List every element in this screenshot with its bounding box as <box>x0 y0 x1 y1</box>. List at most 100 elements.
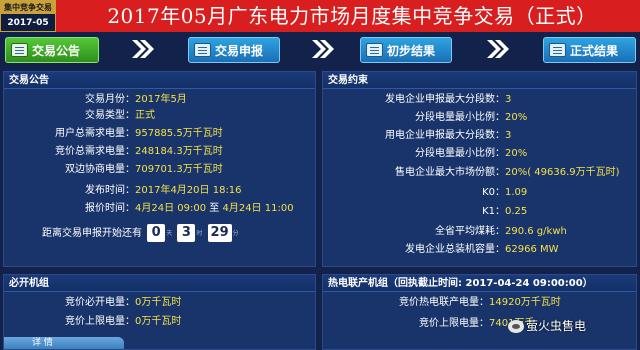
panel-title: 热电联产机组（回执截止时间: 2017-04-24 09:00:00） <box>323 275 636 292</box>
wechat-icon <box>508 320 524 333</box>
info-row: 发布时间：2017年4月20日 18:16 <box>4 184 242 198</box>
row-label: 交易月份： <box>85 94 135 105</box>
step-label: 初步结果 <box>387 44 436 58</box>
row-value: 290.6 g/kwh <box>505 226 567 237</box>
header-bar: 集中竞争交易 2017-05 2017年05月广东电力市场月度集中竞争交易（正式… <box>0 0 640 32</box>
range-separator: 至 <box>209 203 220 214</box>
row-value: 0万千瓦时 <box>135 297 182 308</box>
info-row: 全省平均煤耗：290.6 g/kwh <box>323 225 567 239</box>
constraints-panel: 交易约束 发电企业申报最大分段数：3 分段电量最小比例：20% 用电企业申报最大… <box>322 71 637 267</box>
form-icon <box>194 43 211 57</box>
row-label: 竞价上限电量： <box>65 316 135 327</box>
step-label: 交易申报 <box>215 44 264 58</box>
info-row: K1：0.25 <box>323 205 527 219</box>
row-value: 62966 MW <box>505 244 559 255</box>
row-label: 售电企业最大市场份额： <box>395 167 505 178</box>
countdown-minutes: 29 <box>207 224 232 242</box>
chart-icon <box>549 43 566 57</box>
detail-button[interactable]: 详 情 <box>4 337 124 349</box>
info-row: 竞价上限电量：0万千瓦时 <box>4 315 181 329</box>
days-unit: 天 <box>166 230 173 237</box>
row-value: 3 <box>505 130 512 141</box>
quote-end: 4月24日 11:00 <box>222 203 294 214</box>
panel-title: 必开机组 <box>4 275 315 292</box>
row-value: 14920万千瓦时 <box>489 297 561 308</box>
trade-badge: 集中竞争交易 2017-05 <box>0 0 56 32</box>
watermark: 萤火虫售电 <box>508 317 586 334</box>
info-row: 发电企业申报最大分段数：3 <box>323 93 511 107</box>
info-row: 竞价上限电量：7401万千 <box>323 317 534 331</box>
step-announcement-button[interactable]: 交易公告 <box>5 37 99 63</box>
panel-title: 交易约束 <box>323 72 636 89</box>
row-value: 2017年4月20日 18:16 <box>135 185 242 196</box>
row-label: K1： <box>482 206 505 217</box>
countdown: 距离交易申报开始还有 0天 3时 29 分 <box>42 223 239 245</box>
info-row: 双边协商电量：709701.3万千瓦时 <box>4 163 223 177</box>
row-label: 分段电量最小比例： <box>415 148 505 159</box>
row-label: 竞价总需求电量： <box>55 146 135 157</box>
chevron-right-icon <box>130 38 156 60</box>
chp-panel: 热电联产机组（回执截止时间: 2017-04-24 09:00:00） 竞价热电… <box>322 274 637 350</box>
info-row: 竞价必开电量：0万千瓦时 <box>4 296 181 310</box>
row-value: 0.25 <box>505 206 528 217</box>
row-label: 分段电量最小比例： <box>415 112 505 123</box>
row-value: 正式 <box>135 110 155 121</box>
hours-unit: 时 <box>196 230 203 237</box>
badge-type: 集中竞争交易 <box>1 1 55 14</box>
step-label: 交易公告 <box>32 44 81 58</box>
row-label: 报价时间： <box>85 203 135 214</box>
announcement-panel: 交易公告 交易月份：2017年5月 交易类型：正式 用户总需求电量：957885… <box>3 71 316 267</box>
row-label: 发电企业申报最大分段数： <box>385 94 505 105</box>
page-title: 2017年05月广东电力市场月度集中竞争交易（正式） <box>107 4 597 28</box>
row-value: 2017年5月 <box>135 94 187 105</box>
info-row: 竞价总需求电量：248184.3万千瓦时 <box>4 145 223 159</box>
row-label: 竞价上限电量： <box>419 318 489 329</box>
info-row: 用电企业申报最大分段数：3 <box>323 129 511 143</box>
row-label: 竞价必开电量： <box>65 297 135 308</box>
row-label: 交易类型： <box>85 110 135 121</box>
info-row: K0：1.09 <box>323 186 527 200</box>
row-label: 用户总需求电量： <box>55 128 135 139</box>
info-row: 分段电量最小比例：20% <box>323 111 527 125</box>
info-row: 发电企业总装机容量：62966 MW <box>323 243 559 257</box>
quote-start: 4月24日 09:00 <box>135 203 207 214</box>
row-value: 20%( 49636.9万千瓦时) <box>505 167 620 178</box>
row-label: 竞价热电联产电量： <box>399 297 489 308</box>
row-value: 20% <box>505 112 528 123</box>
row-value: 957885.5万千瓦时 <box>135 128 223 139</box>
must-run-panel: 必开机组 竞价必开电量：0万千瓦时 竞价上限电量：0万千瓦时 详 情 <box>3 274 316 350</box>
row-label: 双边协商电量： <box>65 164 135 175</box>
info-row: 竞价热电联产电量：14920万千瓦时 <box>323 296 561 310</box>
row-label: 发电企业总装机容量： <box>405 244 505 255</box>
chart-icon <box>366 43 383 57</box>
minutes-unit: 分 <box>232 230 239 237</box>
row-value: 0万千瓦时 <box>135 316 182 327</box>
step-label: 正式结果 <box>570 44 619 58</box>
panel-title: 交易公告 <box>4 72 315 89</box>
step-preliminary-button[interactable]: 初步结果 <box>360 37 452 63</box>
info-row: 售电企业最大市场份额：20%( 49636.9万千瓦时) <box>323 166 620 180</box>
step-bar: 交易公告 交易申报 初步结果 正式结果 <box>0 32 640 70</box>
info-row: 用户总需求电量：957885.5万千瓦时 <box>4 127 223 141</box>
info-row: 交易类型：正式 <box>4 109 155 123</box>
info-row: 交易月份：2017年5月 <box>4 93 187 107</box>
row-value: 3 <box>505 94 512 105</box>
row-value: 248184.3万千瓦时 <box>135 146 223 157</box>
info-row: 报价时间：4月24日 09:00 至 4月24日 11:00 <box>4 202 294 216</box>
document-icon <box>11 43 28 57</box>
step-declaration-button[interactable]: 交易申报 <box>188 37 280 63</box>
chevron-right-icon <box>485 38 511 60</box>
watermark-text: 萤火虫售电 <box>526 319 587 333</box>
countdown-hours: 3 <box>177 224 196 242</box>
chevron-right-icon <box>310 38 336 60</box>
countdown-days: 0 <box>147 224 166 242</box>
row-label: K0： <box>482 187 505 198</box>
row-label: 发布时间： <box>85 185 135 196</box>
badge-month: 2017-05 <box>7 18 49 28</box>
row-value: 20% <box>505 148 528 159</box>
step-final-button[interactable]: 正式结果 <box>543 37 636 63</box>
countdown-label: 距离交易申报开始还有 <box>42 228 142 239</box>
info-row: 分段电量最小比例：20% <box>323 147 527 161</box>
row-value: 709701.3万千瓦时 <box>135 164 223 175</box>
row-label: 用电企业申报最大分段数： <box>385 130 505 141</box>
